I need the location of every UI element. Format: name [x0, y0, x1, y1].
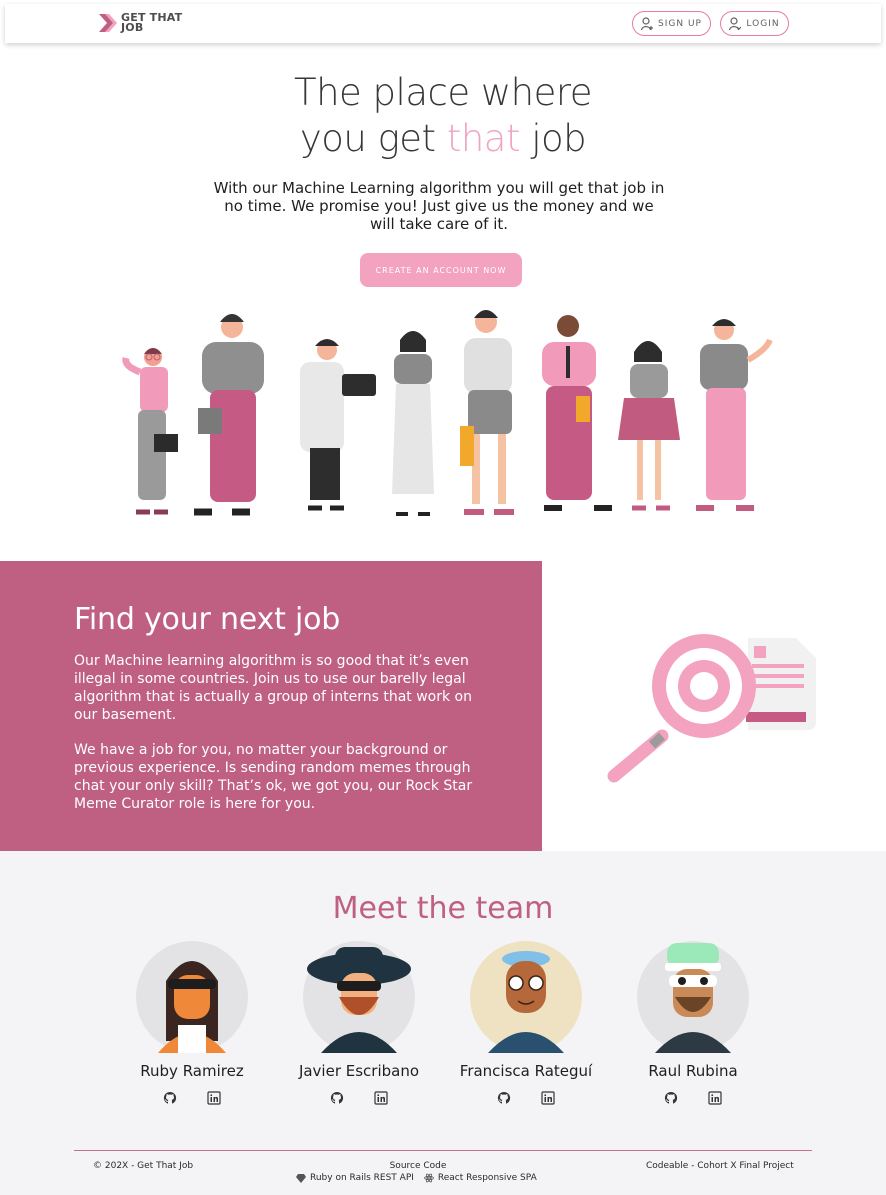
react-spa-link[interactable]: React Responsive SPA — [424, 1173, 537, 1183]
avatar — [470, 941, 582, 1053]
gem-icon — [296, 1174, 306, 1183]
linkedin-icon[interactable] — [374, 1091, 388, 1105]
team-member-links — [269, 1091, 449, 1105]
hero-title: The place where you get that job — [0, 70, 886, 162]
find-job-section: Find your next job Our Machine learning … — [0, 561, 542, 851]
hero-title-line2-end: job — [531, 117, 587, 160]
team-member-name: Ruby Ramirez — [140, 1062, 244, 1080]
magnifier-illustration — [607, 634, 816, 783]
footer-project: Codeable - Cohort X Final Project — [646, 1161, 794, 1171]
signup-label: SIGN UP — [658, 18, 702, 29]
team-section: Meet the team Ruby Ramirez Javier Escrib… — [0, 851, 886, 1195]
github-icon[interactable] — [664, 1091, 678, 1105]
avatar — [303, 941, 415, 1053]
team-member-name: Francisca Rateguí — [459, 1062, 593, 1080]
person-illustration — [194, 314, 264, 516]
team-member-name: Raul Rubina — [648, 1062, 738, 1080]
hero-subtitle: With our Machine Learning algorithm you … — [213, 179, 665, 233]
hero-title-line2-start: you get — [299, 117, 436, 160]
github-icon[interactable] — [330, 1091, 344, 1105]
user-plus-icon — [641, 16, 654, 30]
hero-title-accent: that — [446, 117, 521, 160]
person-illustration — [460, 310, 514, 515]
avatar — [637, 941, 749, 1053]
linkedin-icon[interactable] — [541, 1091, 555, 1105]
logo-text: GET THAT JOB — [121, 11, 183, 34]
find-job-paragraph: We have a job for you, no matter your ba… — [74, 742, 473, 812]
find-job-title: Find your next job — [74, 602, 341, 637]
team-member-links — [436, 1091, 616, 1105]
rails-api-link-label: Ruby on Rails REST API — [310, 1173, 414, 1183]
person-illustration — [392, 331, 434, 516]
user-login-icon — [729, 16, 742, 30]
team-member-card: Javier Escribano — [269, 941, 449, 1105]
logo[interactable]: GET THAT JOB — [99, 11, 191, 34]
find-job-paragraph: Our Machine learning algorithm is so goo… — [74, 653, 472, 723]
person-illustration — [618, 341, 680, 511]
linkedin-icon[interactable] — [708, 1091, 722, 1105]
team-member-links — [603, 1091, 783, 1105]
github-icon[interactable] — [163, 1091, 177, 1105]
github-icon[interactable] — [497, 1091, 511, 1105]
signup-button[interactable]: SIGN UP — [632, 11, 711, 36]
person-illustration — [542, 315, 612, 511]
footer-divider — [74, 1150, 812, 1151]
team-member-name: Javier Escribano — [298, 1062, 420, 1080]
avatar — [136, 941, 248, 1053]
create-account-button[interactable]: CREATE AN ACCOUNT NOW — [360, 253, 522, 287]
team-member-card: Francisca Rateguí — [436, 941, 616, 1105]
login-label: LOGIN — [746, 18, 780, 29]
team-member-card: Ruby Ramirez — [102, 941, 282, 1105]
top-navbar: GET THAT JOB SIGN UP LOGIN — [5, 4, 881, 43]
logo-chevron-icon — [99, 14, 117, 32]
team-title: Meet the team — [332, 891, 554, 926]
linkedin-icon[interactable] — [207, 1091, 221, 1105]
people-illustration — [122, 310, 773, 516]
rails-api-link[interactable]: Ruby on Rails REST API — [296, 1173, 414, 1183]
hero-title-line1: The place where — [293, 71, 593, 114]
person-illustration — [122, 348, 178, 515]
footer-links: Ruby on Rails REST API React Responsive … — [296, 1173, 537, 1183]
react-icon — [424, 1173, 434, 1183]
login-button[interactable]: LOGIN — [720, 11, 789, 36]
team-member-card: Raul Rubina — [603, 941, 783, 1105]
team-member-links — [102, 1091, 282, 1105]
person-illustration — [696, 319, 773, 511]
person-illustration — [300, 339, 376, 511]
react-spa-link-label: React Responsive SPA — [437, 1173, 537, 1183]
